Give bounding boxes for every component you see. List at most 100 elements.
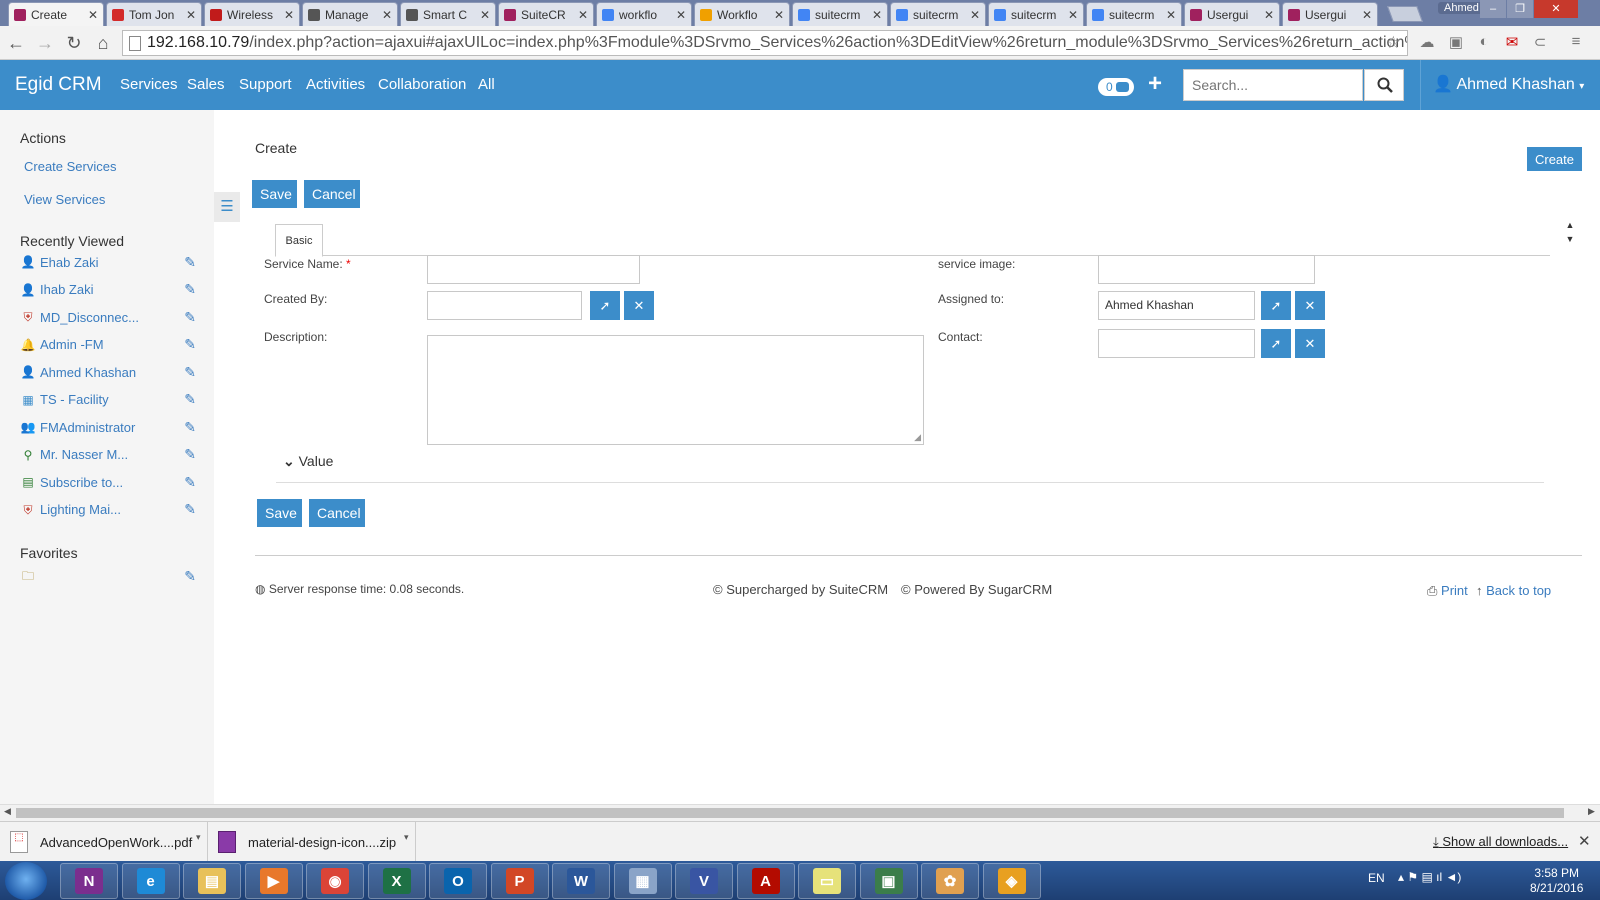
recently-viewed-item[interactable]: 👤 Ehab Zaki ✎	[20, 252, 196, 272]
forward-icon[interactable]: →	[34, 33, 56, 54]
cancel-button-bottom[interactable]: Cancel	[309, 499, 365, 527]
nav-activities[interactable]: Activities	[306, 76, 365, 93]
service-image-input[interactable]	[1098, 255, 1315, 284]
browser-tab[interactable]: Workflo ✕	[694, 2, 790, 26]
taskbar-app-button[interactable]: ✿	[921, 863, 979, 899]
edit-pencil-icon[interactable]: ✎	[182, 364, 196, 381]
cancel-button-top[interactable]: Cancel	[304, 180, 360, 208]
save-button-bottom[interactable]: Save	[257, 499, 302, 527]
menu-icon[interactable]: ≡	[1566, 33, 1586, 53]
taskbar-app-button[interactable]: N	[60, 863, 118, 899]
close-window-button[interactable]: ✕	[1534, 0, 1578, 18]
powered-by-link[interactable]: © Powered By SugarCRM	[901, 582, 1052, 597]
nav-collaboration[interactable]: Collaboration	[378, 76, 466, 93]
notification-badge[interactable]: 0	[1098, 78, 1134, 96]
assigned-to-clear-button[interactable]: ✕	[1295, 291, 1325, 320]
nav-services[interactable]: Services	[120, 76, 178, 93]
browser-tab[interactable]: suitecrm ✕	[1086, 2, 1182, 26]
recently-viewed-item[interactable]: 🔔 Admin -FM ✎	[20, 335, 196, 355]
assigned-to-select-button[interactable]: ➚	[1261, 291, 1291, 320]
view-services-link[interactable]: View Services	[24, 192, 105, 207]
taskbar-app-button[interactable]: ◈	[982, 863, 1041, 899]
brand-logo[interactable]: Egid CRM	[15, 74, 102, 96]
browser-tab[interactable]: suitecrm ✕	[792, 2, 888, 26]
recently-viewed-item[interactable]: ⛨ MD_Disconnec... ✎	[20, 307, 196, 327]
browser-tab[interactable]: Manage ✕	[302, 2, 398, 26]
recently-viewed-item[interactable]: ⚲ Mr. Nasser M... ✎	[20, 445, 196, 465]
close-tab-icon[interactable]: ✕	[1068, 8, 1078, 22]
browser-tab[interactable]: Tom Jon ✕	[106, 2, 202, 26]
system-clock[interactable]: 3:58 PM 8/21/2016	[1530, 866, 1583, 896]
edit-pencil-icon[interactable]: ✎	[182, 254, 196, 271]
edit-pencil-icon[interactable]: ✎	[182, 474, 196, 491]
link-extension-icon[interactable]: ⊂	[1530, 33, 1550, 53]
address-bar[interactable]: 192.168.10.79/index.php?action=ajaxui#aj…	[122, 30, 1408, 56]
quick-create-plus-icon[interactable]: +	[1148, 70, 1162, 98]
browser-tab[interactable]: Usergui ✕	[1184, 2, 1280, 26]
edit-pencil-icon[interactable]: ✎	[182, 281, 196, 298]
close-tab-icon[interactable]: ✕	[186, 8, 196, 22]
close-tab-icon[interactable]: ✕	[1362, 8, 1372, 22]
contact-input[interactable]	[1098, 329, 1255, 358]
taskbar-app-button[interactable]: ▶	[244, 863, 303, 899]
supercharged-link[interactable]: © Supercharged by SuiteCRM	[713, 582, 888, 597]
close-tab-icon[interactable]: ✕	[1166, 8, 1176, 22]
taskbar-app-button[interactable]: ▣	[859, 863, 918, 899]
tab-basic[interactable]: Basic	[275, 224, 323, 257]
back-icon[interactable]: ←	[5, 33, 27, 54]
reload-icon[interactable]: ↻	[63, 33, 85, 54]
taskbar-app-button[interactable]: V	[675, 863, 733, 899]
maximize-button[interactable]: ❐	[1507, 0, 1533, 18]
language-indicator[interactable]: EN	[1368, 871, 1385, 885]
download-menu-caret-icon[interactable]: ▾	[404, 832, 409, 843]
new-tab-button[interactable]	[1387, 6, 1423, 22]
edit-pencil-icon[interactable]: ✎	[182, 446, 196, 463]
browser-tab[interactable]: SuiteCR ✕	[498, 2, 594, 26]
taskbar-app-button[interactable]: ◉	[306, 863, 364, 899]
assigned-to-input[interactable]: Ahmed Khashan	[1098, 291, 1255, 320]
taskbar-app-button[interactable]: O	[429, 863, 487, 899]
scroll-left-icon[interactable]: ◀	[4, 806, 11, 817]
edit-pencil-icon[interactable]: ✎	[182, 501, 196, 518]
close-tab-icon[interactable]: ✕	[578, 8, 588, 22]
create-button[interactable]: Create	[1527, 147, 1582, 171]
recently-viewed-item[interactable]: ⛨ Lighting Mai... ✎	[20, 500, 196, 520]
close-tab-icon[interactable]: ✕	[872, 8, 882, 22]
home-icon[interactable]: ⌂	[92, 33, 114, 54]
scrollbar-thumb[interactable]	[16, 808, 1564, 818]
show-all-downloads-link[interactable]: ⤓ Show all downloads...	[1433, 834, 1568, 850]
save-button-top[interactable]: Save	[252, 180, 297, 208]
taskbar-app-button[interactable]: X	[367, 863, 426, 899]
service-name-input[interactable]	[427, 255, 640, 284]
recently-viewed-item[interactable]: 👥 FMAdministrator ✎	[20, 417, 196, 437]
description-textarea[interactable]: ◢	[427, 335, 924, 445]
browser-tab[interactable]: suitecrm ✕	[890, 2, 986, 26]
taskbar-app-button[interactable]: ▭	[798, 863, 856, 899]
edit-pencil-icon[interactable]: ✎	[182, 568, 196, 585]
close-tab-icon[interactable]: ✕	[970, 8, 980, 22]
browser-tab[interactable]: workflo ✕	[596, 2, 692, 26]
taskbar-app-button[interactable]: ▦	[613, 863, 672, 899]
contact-select-button[interactable]: ➚	[1261, 329, 1291, 358]
edit-pencil-icon[interactable]: ✎	[182, 419, 196, 436]
nav-support[interactable]: Support	[239, 76, 292, 93]
edit-pencil-icon[interactable]: ✎	[182, 336, 196, 353]
close-tab-icon[interactable]: ✕	[382, 8, 392, 22]
recently-viewed-item[interactable]: ▤ Subscribe to... ✎	[20, 472, 196, 492]
close-tab-icon[interactable]: ✕	[676, 8, 686, 22]
recently-viewed-item[interactable]: ▦ TS - Facility ✎	[20, 390, 196, 410]
close-tab-icon[interactable]: ✕	[1264, 8, 1274, 22]
search-button[interactable]	[1364, 69, 1404, 101]
pocket-extension-icon[interactable]: ▣	[1446, 33, 1466, 53]
bookmark-star-icon[interactable]: ☆	[1386, 33, 1401, 53]
browser-tab[interactable]: Wireless ✕	[204, 2, 300, 26]
favorite-item[interactable]: 🗀 ✎	[20, 566, 196, 586]
taskbar-app-button[interactable]: P	[490, 863, 549, 899]
start-button[interactable]	[5, 862, 47, 900]
cloud-extension-icon[interactable]: ☁	[1417, 33, 1437, 53]
browser-tab[interactable]: Usergui ✕	[1282, 2, 1378, 26]
extension-icon[interactable]: ◐	[1474, 33, 1494, 53]
browser-tab[interactable]: suitecrm ✕	[988, 2, 1084, 26]
nav-sales[interactable]: Sales	[187, 76, 225, 93]
tab-scroll-arrows[interactable]: ▲ ▼	[1563, 218, 1577, 254]
